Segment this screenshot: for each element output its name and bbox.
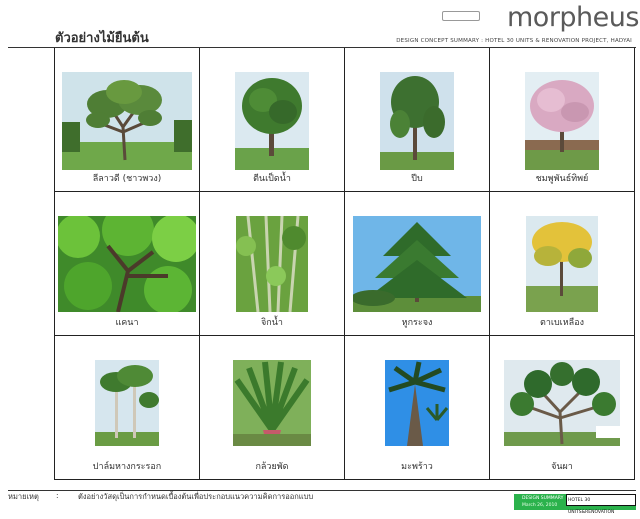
tree-name: ชมพูพันธ์ทิพย์ <box>535 174 589 184</box>
remark-label: หมายเหตุ <box>8 492 39 501</box>
tree-name: มะพร้าว <box>401 462 433 472</box>
footer-date: March 26, 2010 <box>522 503 558 508</box>
tree-card: หูกระจง <box>345 192 490 336</box>
tree-name: จันผา <box>551 462 573 472</box>
tree-card: จิกน้ำ <box>200 192 345 336</box>
barringtonia-photo <box>236 216 308 312</box>
foxtail-palm-photo <box>95 360 159 446</box>
terminalia-photo <box>353 216 481 312</box>
cork-tree-photo <box>380 72 454 170</box>
tree-card: ปีบ <box>345 48 490 192</box>
tree-name: ปีบ <box>411 174 423 184</box>
dracaena-photo <box>504 360 620 446</box>
tree-name: แคนา <box>115 318 139 328</box>
tree-card: จันผา <box>490 336 635 480</box>
tree-card: กล้วยพัด <box>200 336 345 480</box>
tree-name: ลีลาวดี (ชาวพวง) <box>92 174 162 184</box>
tree-card: มะพร้าว <box>345 336 490 480</box>
tree-card: แคนา <box>55 192 200 336</box>
tree-name: ปาล์มหางกระรอก <box>92 462 162 472</box>
frangipani-photo <box>62 72 192 170</box>
tree-name: ตีนเป็ดน้ำ <box>253 174 291 184</box>
travellers-palm-photo <box>233 360 311 446</box>
tree-card: ตีนเป็ดน้ำ <box>200 48 345 192</box>
pink-trumpet-photo <box>525 72 599 170</box>
tree-card: ลีลาวดี (ชาวพวง) <box>55 48 200 192</box>
remark-text: ตังอย่างวัสดุเป็นการกำหนดเบื้องต้นเพื่อป… <box>78 492 314 501</box>
tree-name: หูกระจง <box>401 318 433 328</box>
tree-card: ตาเบเหลือง <box>490 192 635 336</box>
header-frame <box>442 11 480 21</box>
yellow-tabebuia-photo <box>526 216 598 312</box>
morpheus-logo: morpheus <box>507 2 639 33</box>
dolichandrone-photo <box>58 216 196 312</box>
page-title: ตัวอย่างไม้ยืนต้น <box>55 31 149 46</box>
coconut-palm-photo <box>385 360 449 446</box>
tree-grid: ลีลาวดี (ชาวพวง) ตีนเป็ดน้ำ ปีบ ชมพูพันธ… <box>54 48 635 480</box>
tree-name: ตาเบเหลือง <box>539 318 584 328</box>
tree-name: กล้วยพัด <box>255 462 289 472</box>
document-title: DESIGN CONCEPT SUMMARY : HOTEL 30 UNITS … <box>396 38 632 44</box>
footer-project-label: HOTEL 30 UNITS&RENOVATION <box>566 494 636 515</box>
footer-summary-label: DESIGN SUMMARY <box>522 496 564 501</box>
remark-colon: : <box>56 491 59 500</box>
tree-name: จิกน้ำ <box>261 318 283 328</box>
tree-card: ชมพูพันธ์ทิพย์ <box>490 48 635 192</box>
tree-card: ปาล์มหางกระรอก <box>55 336 200 480</box>
pong-pong-photo <box>235 72 309 170</box>
